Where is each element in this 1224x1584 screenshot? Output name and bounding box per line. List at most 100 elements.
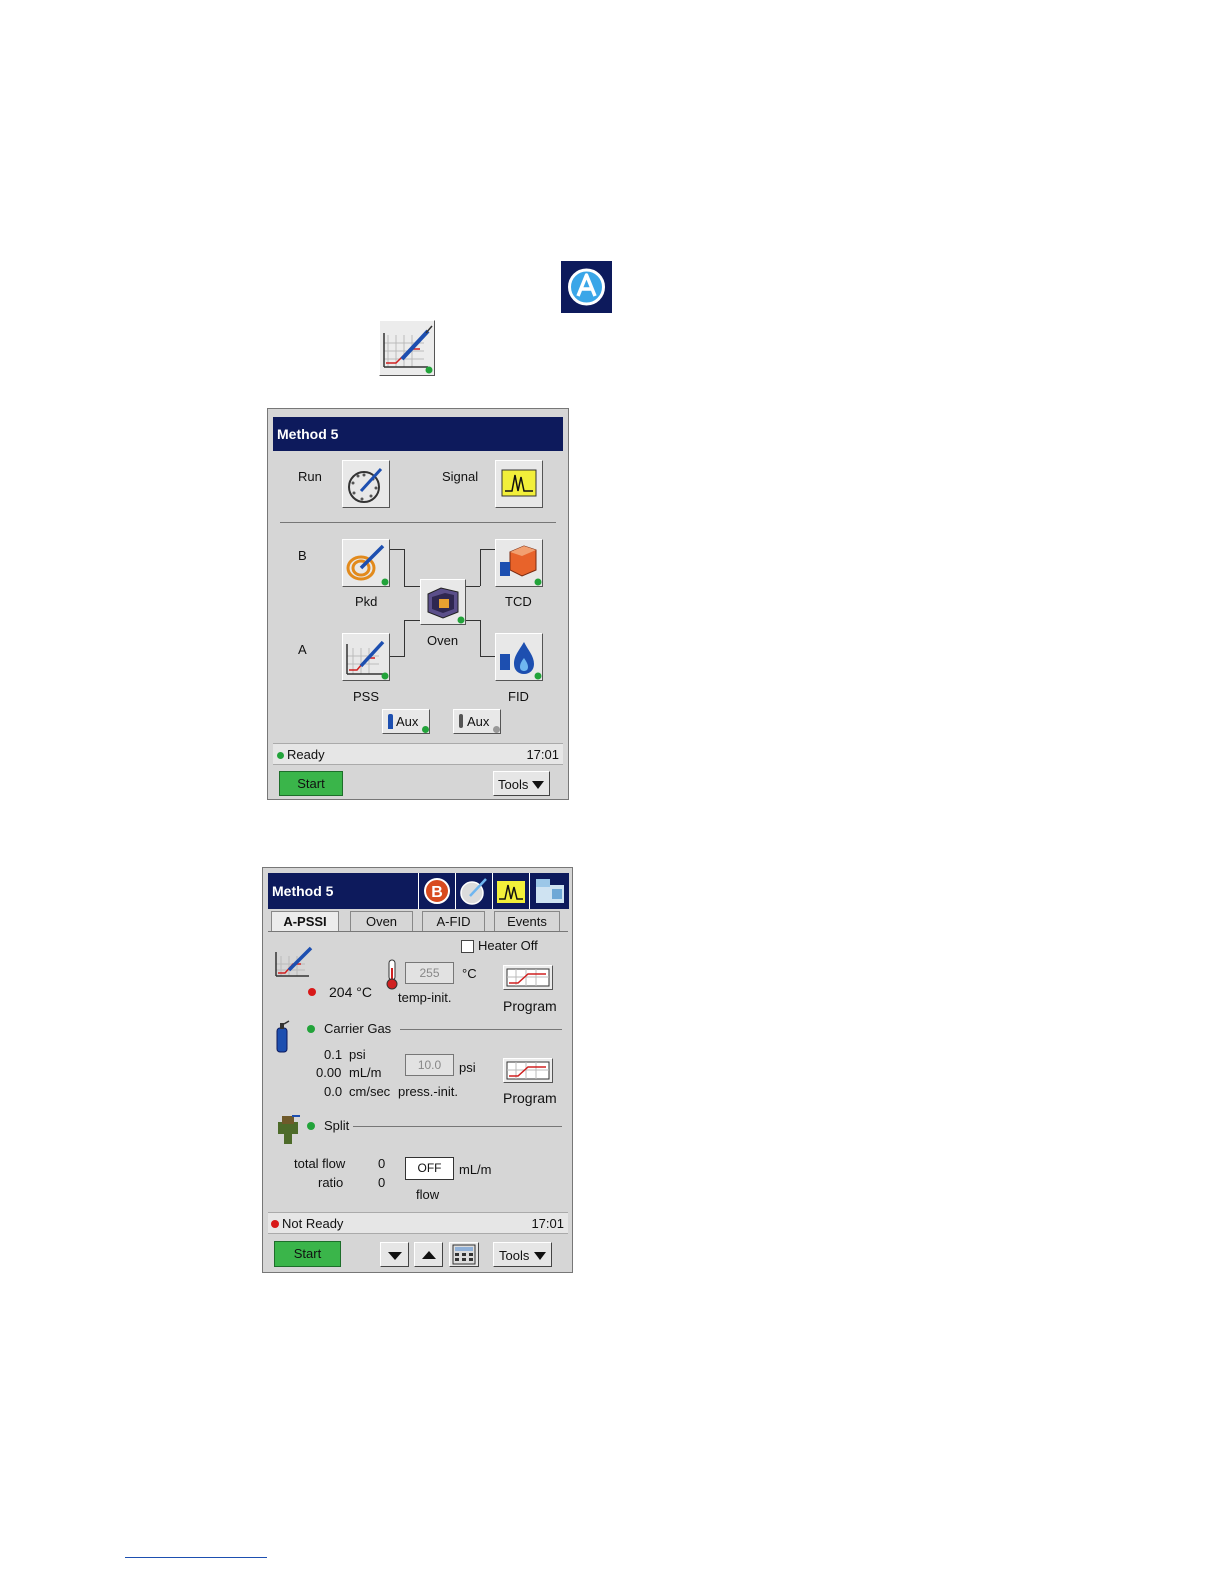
tab-a-fid[interactable]: A-FID	[422, 911, 485, 931]
tab-strip: A-PSSI Oven A-FID Events	[268, 911, 568, 933]
run-sequence-button[interactable]	[342, 460, 390, 508]
pressure-value: 0.1	[324, 1047, 343, 1062]
status-bar: Not Ready 17:01	[268, 1212, 568, 1234]
tcd-detector-icon	[500, 545, 542, 586]
status-text: Not Ready	[282, 1216, 344, 1231]
split-status-led	[307, 1122, 315, 1130]
sequence-dial-icon	[460, 878, 487, 905]
oven-icon	[427, 587, 465, 624]
tab-events[interactable]: Events	[494, 911, 560, 931]
signal-chromatogram-icon	[501, 469, 537, 497]
total-flow-label: total flow	[294, 1156, 346, 1171]
title-bar: Method 5	[273, 417, 563, 451]
inlet-detail-screen: Method 5 B A-PSSI Oven A-FID Events Heat…	[262, 867, 573, 1273]
pss-label: PSS	[353, 689, 380, 704]
run-dial-icon	[348, 467, 383, 503]
pkd-inlet-button[interactable]	[342, 539, 390, 587]
signal-chromatogram-icon	[497, 881, 525, 903]
sequence-button[interactable]	[455, 873, 492, 909]
pss-inlet-button[interactable]	[342, 633, 390, 681]
svg-text:B: B	[431, 884, 443, 901]
fid-flame-icon	[500, 642, 542, 680]
instrument-button[interactable]	[529, 873, 569, 909]
pressure-caption: press.-init.	[398, 1084, 458, 1099]
actual-temperature: 204 °C	[329, 984, 372, 1000]
run-label: Run	[298, 469, 322, 484]
main-screen: Method 5 Run Signal B A Pkd Oven TCD PSS…	[267, 408, 569, 800]
aux-2-button[interactable]: Aux	[453, 709, 501, 734]
signal-button[interactable]	[495, 460, 543, 508]
signal-label: Signal	[442, 469, 479, 484]
aux-1-label: Aux	[396, 714, 419, 729]
program-ramp-icon	[506, 968, 550, 987]
arrow-up-icon	[422, 1251, 436, 1259]
start-button[interactable]: Start	[279, 771, 343, 796]
oven-label: Oven	[427, 633, 459, 648]
arrow-down-icon	[388, 1252, 402, 1260]
tab-oven[interactable]: Oven	[350, 911, 413, 931]
temperature-program-button[interactable]	[503, 965, 553, 990]
temperature-setpoint-field[interactable]: 255	[405, 962, 454, 984]
packed-column-icon	[346, 544, 389, 586]
tools-label: Tools	[498, 777, 529, 792]
aux-1-status-led	[422, 726, 429, 733]
split-flow-unit: mL/m	[459, 1162, 492, 1177]
method-title: Method 5	[272, 883, 334, 899]
channel-a-badge-icon	[561, 261, 612, 313]
channel-a-label: A	[298, 642, 307, 657]
status-time: 17:01	[526, 747, 559, 762]
instrument-icon	[536, 879, 564, 903]
pressure-setpoint-field[interactable]: 10.0	[405, 1054, 454, 1076]
start-button[interactable]: Start	[274, 1241, 341, 1267]
aux-thermometer-icon	[459, 714, 463, 728]
fid-detector-button[interactable]	[495, 633, 543, 681]
aux-gas-cylinder-icon	[388, 714, 393, 729]
channel-b-badge-icon: B	[424, 878, 450, 904]
split-valve-icon	[274, 1112, 302, 1146]
status-text: Ready	[287, 747, 325, 762]
velocity-unit: cm/sec	[349, 1084, 391, 1099]
status-bar: Ready 17:01	[273, 743, 563, 765]
pss-inlet-icon	[346, 640, 389, 680]
method-title: Method 5	[277, 426, 339, 442]
split-flow-field[interactable]: OFF	[405, 1157, 454, 1180]
pressure-program-label: Program	[503, 1090, 557, 1106]
keypad-icon	[452, 1244, 476, 1265]
inlet-syringe-icon	[273, 942, 317, 980]
tools-menu-button[interactable]: Tools	[493, 771, 550, 796]
pkd-label: Pkd	[355, 594, 378, 609]
chevron-down-icon	[532, 781, 544, 789]
tcd-label: TCD	[505, 594, 532, 609]
thermometer-icon	[385, 958, 399, 990]
not-ready-status-led	[271, 1220, 279, 1228]
temperature-unit: °C	[462, 966, 477, 981]
split-divider	[353, 1126, 562, 1127]
aux-1-button[interactable]: Aux	[382, 709, 430, 734]
heater-off-checkbox[interactable]	[461, 940, 474, 953]
flow-unit: mL/m	[349, 1065, 382, 1080]
fid-label: FID	[508, 689, 529, 704]
pressure-unit: psi	[349, 1047, 366, 1062]
signal-button[interactable]	[492, 873, 529, 909]
carrier-gas-cylinder-icon	[274, 1020, 290, 1054]
scroll-up-button[interactable]	[414, 1242, 443, 1267]
scroll-down-button[interactable]	[380, 1242, 409, 1267]
channel-b-label: B	[298, 548, 307, 563]
tcd-detector-button[interactable]	[495, 539, 543, 587]
split-label: Split	[324, 1118, 350, 1133]
tab-a-pssi[interactable]: A-PSSI	[271, 911, 339, 931]
tools-menu-button[interactable]: Tools	[493, 1242, 552, 1267]
pressure-program-button[interactable]	[503, 1058, 553, 1083]
ratio-value: 0	[378, 1175, 386, 1190]
tools-label: Tools	[499, 1248, 530, 1263]
inlet-syringe-icon	[379, 320, 435, 376]
divider	[280, 522, 556, 523]
oven-button[interactable]	[420, 579, 466, 625]
keypad-button[interactable]	[449, 1242, 479, 1267]
temperature-caption: temp-init.	[398, 990, 452, 1005]
heater-status-led	[308, 988, 316, 996]
carrier-gas-status-led	[307, 1025, 315, 1033]
channel-b-badge-button[interactable]: B	[418, 873, 455, 909]
ready-status-led	[277, 752, 284, 759]
status-time: 17:01	[531, 1216, 564, 1231]
